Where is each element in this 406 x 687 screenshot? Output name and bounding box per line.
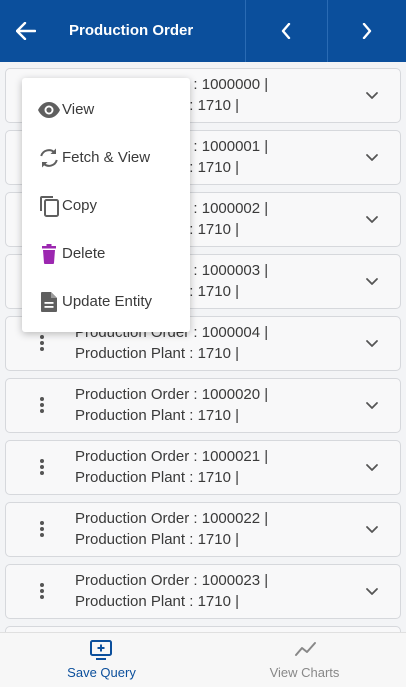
chevron-down-icon[interactable] [364, 397, 380, 413]
menu-item-update-entity[interactable]: Update Entity [22, 278, 190, 326]
menu-item-fetch-view[interactable]: Fetch & View [22, 134, 190, 182]
menu-item-label: Delete [62, 245, 106, 262]
kebab-menu-icon [40, 459, 44, 475]
order-number: Production Order : 1000023 | [75, 572, 269, 589]
order-plant: Production Plant : 1710 | [75, 469, 240, 486]
list-item[interactable]: Production Order : 1000020 | Production … [5, 378, 401, 433]
menu-item-view[interactable]: View [22, 86, 190, 134]
list-item[interactable]: Production Order : 1000023 | Production … [5, 564, 401, 619]
order-plant: Production Plant : 1710 | [75, 345, 240, 362]
save-query-icon [90, 640, 112, 660]
more-options-button[interactable] [36, 580, 48, 602]
order-plant: Production Plant : 1710 | [75, 407, 240, 424]
menu-item-label: Fetch & View [62, 149, 151, 166]
context-menu: View Fetch & View Copy Delete Update Ent… [22, 78, 190, 332]
menu-item-label: View [62, 101, 95, 118]
previous-button[interactable] [246, 0, 326, 62]
order-plant: Production Plant : 1710 | [75, 593, 240, 610]
kebab-menu-icon [40, 521, 44, 537]
order-number: Production Order : 1000020 | [75, 386, 269, 403]
more-options-button[interactable] [36, 332, 48, 354]
app-header: Production Order [0, 0, 406, 62]
chevron-down-icon[interactable] [364, 335, 380, 351]
back-button[interactable] [0, 0, 52, 62]
arrow-left-icon [16, 22, 36, 40]
menu-item-delete[interactable]: Delete [22, 230, 190, 278]
copy-icon [40, 196, 59, 217]
document-icon [41, 292, 57, 312]
chevron-down-icon[interactable] [364, 87, 380, 103]
refresh-icon [40, 148, 58, 168]
chevron-down-icon[interactable] [364, 273, 380, 289]
kebab-menu-icon [40, 397, 44, 413]
save-query-label: Save Query [67, 665, 136, 680]
chart-line-icon [295, 642, 316, 656]
chevron-down-icon[interactable] [364, 149, 380, 165]
more-options-button[interactable] [36, 518, 48, 540]
list-item[interactable]: Production Order : 1000022 | Production … [5, 502, 401, 557]
kebab-menu-icon [40, 335, 44, 351]
menu-item-copy[interactable]: Copy [22, 182, 190, 230]
chevron-down-icon[interactable] [364, 583, 380, 599]
chevron-down-icon[interactable] [364, 459, 380, 475]
chevron-left-icon [281, 23, 291, 39]
view-charts-label: View Charts [269, 665, 340, 680]
next-button[interactable] [328, 0, 406, 62]
eye-icon [38, 102, 60, 118]
list-item[interactable]: Production Order : 1000021 | Production … [5, 440, 401, 495]
page-title: Production Order [69, 22, 194, 39]
menu-item-label: Copy [62, 197, 98, 214]
chevron-down-icon[interactable] [364, 521, 380, 537]
order-number: Production Order : 1000021 | [75, 448, 269, 465]
trash-icon [42, 244, 56, 264]
kebab-menu-icon [40, 583, 44, 599]
save-query-tab[interactable]: Save Query [0, 633, 203, 687]
order-number: Production Order : 1000022 | [75, 510, 269, 527]
menu-item-label: Update Entity [62, 293, 153, 310]
more-options-button[interactable] [36, 456, 48, 478]
chevron-right-icon [362, 23, 372, 39]
view-charts-tab[interactable]: View Charts [203, 633, 406, 687]
order-plant: Production Plant : 1710 | [75, 531, 240, 548]
chevron-down-icon[interactable] [364, 211, 380, 227]
more-options-button[interactable] [36, 394, 48, 416]
bottom-nav: Save Query View Charts [0, 632, 406, 687]
